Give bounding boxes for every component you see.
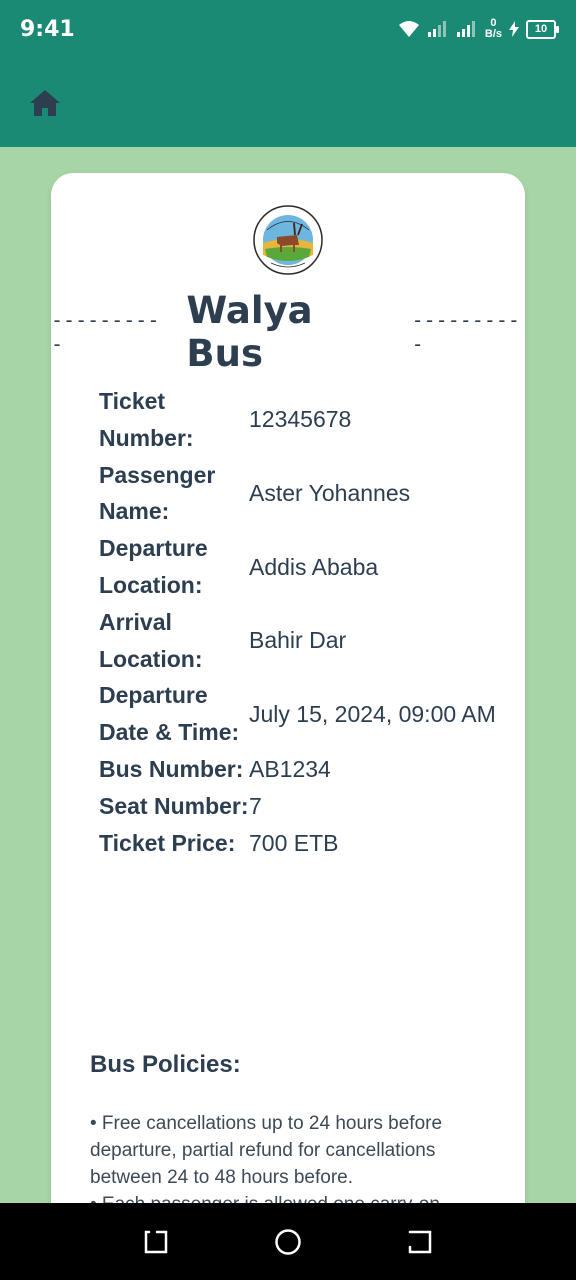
- detail-label: Arrival Location:: [99, 608, 203, 672]
- detail-value: 12345678: [249, 406, 352, 433]
- status-time: 9:41: [20, 16, 75, 42]
- circle-home-icon: [275, 1228, 301, 1255]
- recent-apps-icon: [144, 1230, 168, 1253]
- ticket-title: Walya Bus: [186, 289, 313, 375]
- detail-value: July 15, 2024, 09:00 AM: [249, 700, 496, 727]
- charging-icon: [509, 21, 519, 37]
- detail-row-passenger-name: Passenger Name: Aster Yohannes: [99, 457, 499, 531]
- detail-row-departure-location: Departure Location: Addis Ababa: [99, 530, 499, 604]
- detail-value: 700 ETB: [249, 829, 339, 856]
- status-icons: 0 B/s 10: [398, 18, 559, 40]
- detail-label: Departure Date & Time:: [99, 682, 240, 746]
- battery-icon: 10: [526, 19, 559, 39]
- detail-label: Passenger Name:: [99, 461, 216, 525]
- detail-row-seat-number: Seat Number: 7: [99, 788, 499, 825]
- battery-level: 10: [534, 23, 548, 35]
- detail-label: Seat Number:: [99, 792, 249, 819]
- signal-icon: [427, 21, 446, 37]
- ticket-title-row: ---------- Walya Bus ----------: [51, 289, 525, 375]
- detail-label: Departure Location:: [99, 535, 208, 598]
- home-button[interactable]: [28, 86, 62, 120]
- detail-label: Ticket Price:: [99, 829, 236, 856]
- title-dash-right: ----------: [411, 308, 520, 356]
- title-dash-left: ----------: [51, 308, 160, 356]
- back-icon: [408, 1230, 432, 1253]
- system-nav-bar: [0, 1203, 576, 1280]
- wifi-icon: [398, 21, 419, 37]
- detail-value: Aster Yohannes: [249, 479, 411, 506]
- detail-row-bus-number: Bus Number: AB1234: [99, 751, 499, 788]
- net-speed: 0 B/s: [485, 18, 502, 40]
- detail-value: 7: [249, 792, 262, 819]
- signal-icon-2: [456, 21, 475, 37]
- detail-value: AB1234: [249, 755, 331, 782]
- detail-row-arrival-location: Arrival Location: Bahir Dar: [99, 604, 499, 678]
- detail-row-ticket-price: Ticket Price: 700 ETB: [99, 825, 499, 862]
- recent-apps-button[interactable]: [136, 1222, 176, 1262]
- detail-label: Bus Number:: [99, 755, 244, 782]
- detail-row-ticket-number: Ticket Number: 12345678: [99, 383, 499, 457]
- detail-label: Ticket Number:: [99, 388, 194, 451]
- walya-bus-logo: [253, 205, 323, 275]
- back-button[interactable]: [400, 1222, 440, 1262]
- app-bar: [0, 58, 576, 147]
- policy-text: • Free cancellations up to 24 hours befo…: [90, 1113, 443, 1203]
- net-speed-unit: B/s: [484, 28, 502, 40]
- status-bar: 9:41 0 B/s 10: [0, 0, 576, 58]
- home-icon: [30, 89, 60, 116]
- ticket-card: ---------- Walya Bus ---------- Ticket N…: [51, 173, 525, 1203]
- policies-heading: Bus Policies:: [90, 1051, 241, 1078]
- detail-row-departure-datetime: Departure Date & Time: July 15, 2024, 09…: [99, 677, 499, 751]
- home-nav-button[interactable]: [268, 1222, 308, 1262]
- ticket-details: Ticket Number: 12345678 Passenger Name: …: [99, 383, 499, 861]
- detail-value: Bahir Dar: [249, 627, 347, 654]
- ticket-page[interactable]: ---------- Walya Bus ---------- Ticket N…: [0, 147, 576, 1203]
- detail-value: Addis Ababa: [249, 553, 379, 580]
